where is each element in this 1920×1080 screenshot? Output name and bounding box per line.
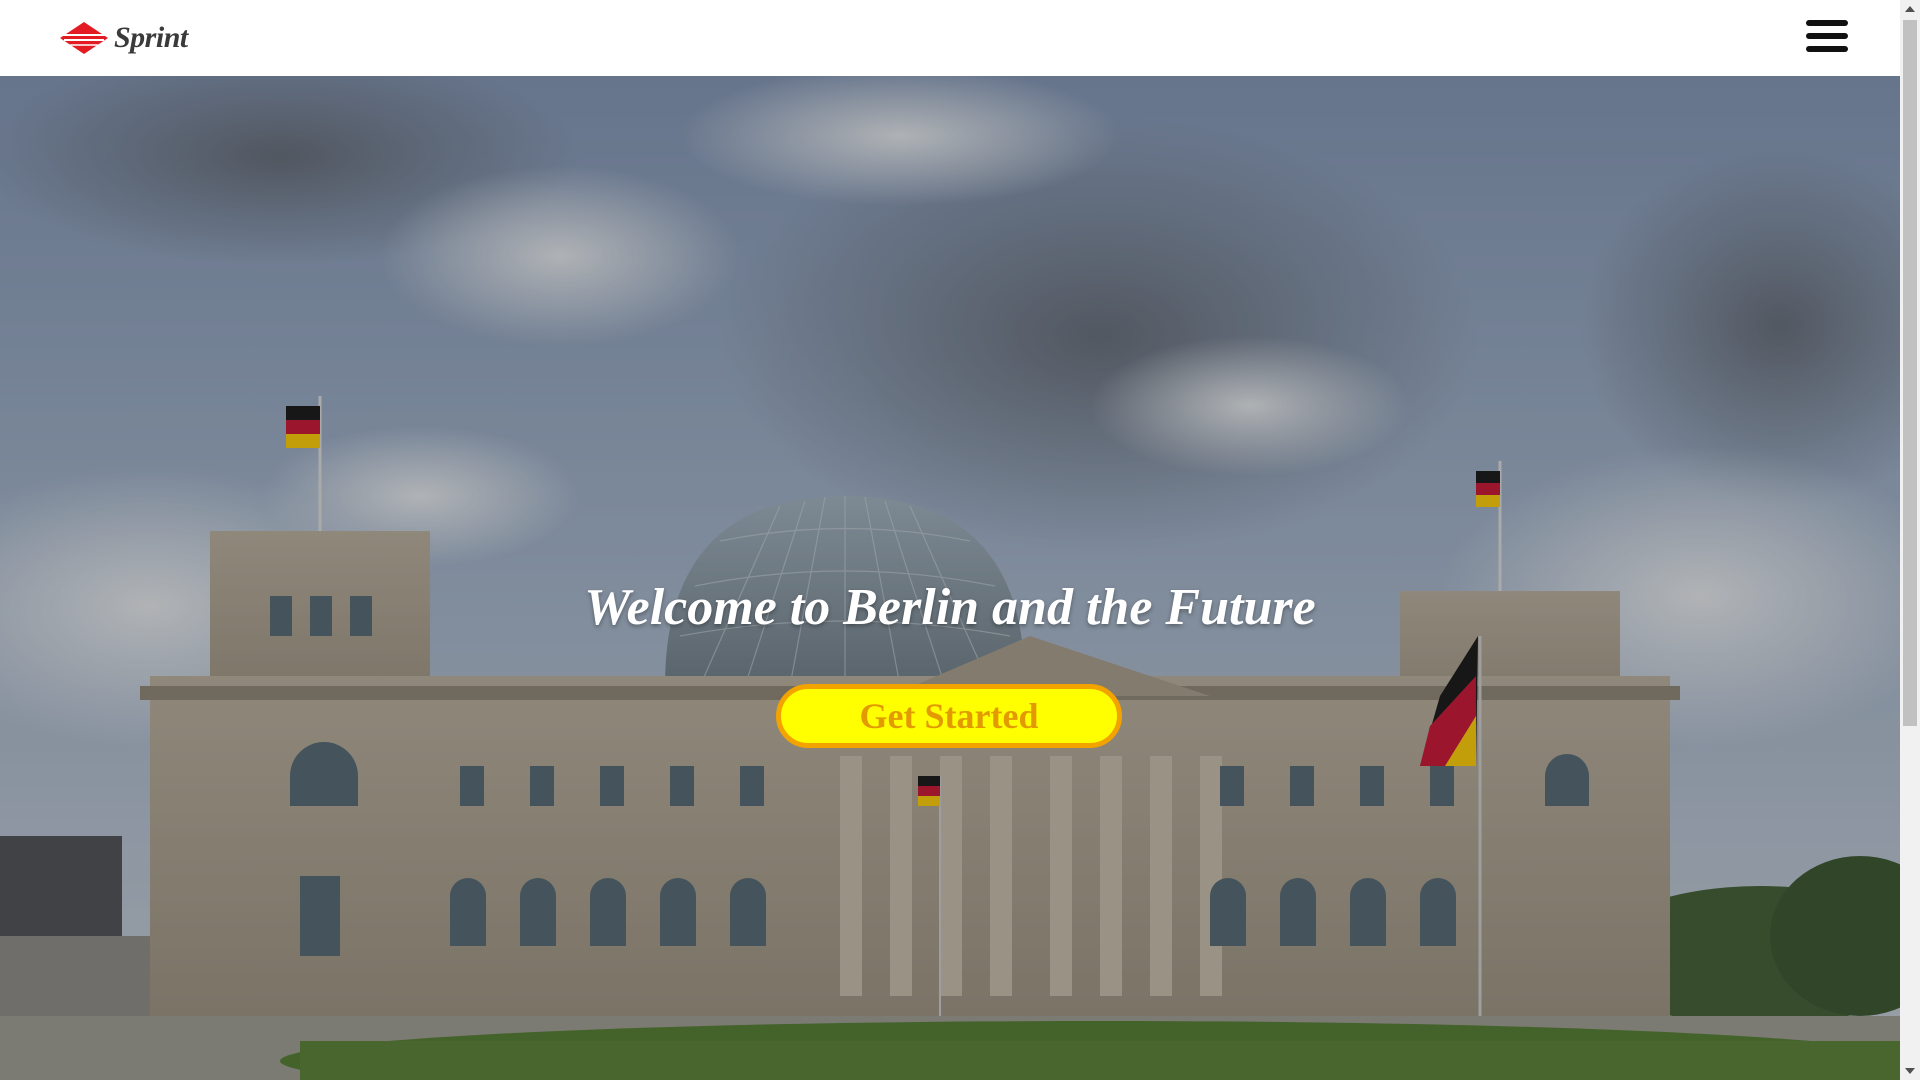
menu-bar-middle xyxy=(1806,33,1848,39)
sprint-logo[interactable]: Sprint xyxy=(58,18,189,58)
scrollbar-thumb[interactable] xyxy=(1903,20,1917,726)
menu-bar-bottom xyxy=(1806,46,1848,52)
sprint-diamond-logo-icon xyxy=(60,22,108,54)
hamburger-menu-icon[interactable] xyxy=(1806,20,1848,54)
scroll-down-arrow-icon[interactable] xyxy=(1905,1068,1915,1074)
get-started-button[interactable]: Get Started xyxy=(776,684,1122,748)
page: Sprint Welcome to Berlin and the Future … xyxy=(0,0,1920,1080)
menu-bar-top xyxy=(1806,20,1848,26)
hero-title: Welcome to Berlin and the Future xyxy=(584,579,1316,636)
scroll-up-arrow-icon[interactable] xyxy=(1905,6,1915,12)
page-scrollbar[interactable] xyxy=(1900,0,1920,1080)
hero-section: Welcome to Berlin and the Future Get Sta… xyxy=(0,76,1900,1080)
logo-wordmark: Sprint xyxy=(114,21,188,54)
site-header: Sprint xyxy=(0,0,1900,76)
